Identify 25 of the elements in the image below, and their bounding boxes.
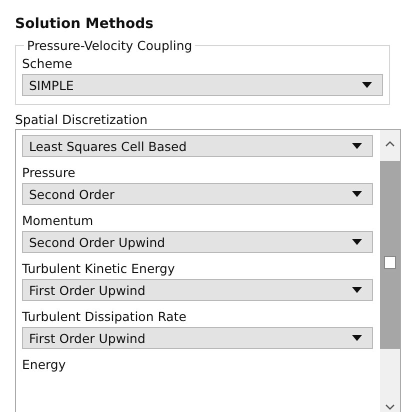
caret-icon [352,143,362,149]
dropdown[interactable]: Second Order Upwind [22,231,373,253]
scrollbar[interactable] [380,130,400,412]
caret-icon [352,287,362,293]
field-label: Energy [22,356,67,374]
field-label: Pressure [22,164,76,182]
dropdown[interactable]: First Order Upwind [22,279,373,301]
dropdown[interactable]: First Order Upwind [22,327,373,349]
field-label: Turbulent Kinetic Energy [22,260,176,278]
dropdown[interactable]: SIMPLE [22,74,383,96]
field-label: Momentum [22,212,94,230]
panel-title: Solution Methods [15,16,154,34]
dropdown[interactable]: Least Squares Cell Based [22,135,373,157]
group-legend: Pressure-Velocity Coupling [24,38,196,53]
section-heading: Spatial Discretization [15,111,149,129]
caret-icon [362,82,372,88]
field-label: Scheme [22,55,74,73]
scroll-up-icon[interactable] [385,141,395,147]
caret-icon [352,335,362,341]
scroll-thumb[interactable] [380,161,400,349]
caret-icon [352,239,362,245]
caret-icon [352,191,362,197]
scroll-down-icon[interactable] [385,404,395,410]
field-label: Turbulent Dissipation Rate [22,308,188,326]
dropdown[interactable]: Second Order [22,183,373,205]
